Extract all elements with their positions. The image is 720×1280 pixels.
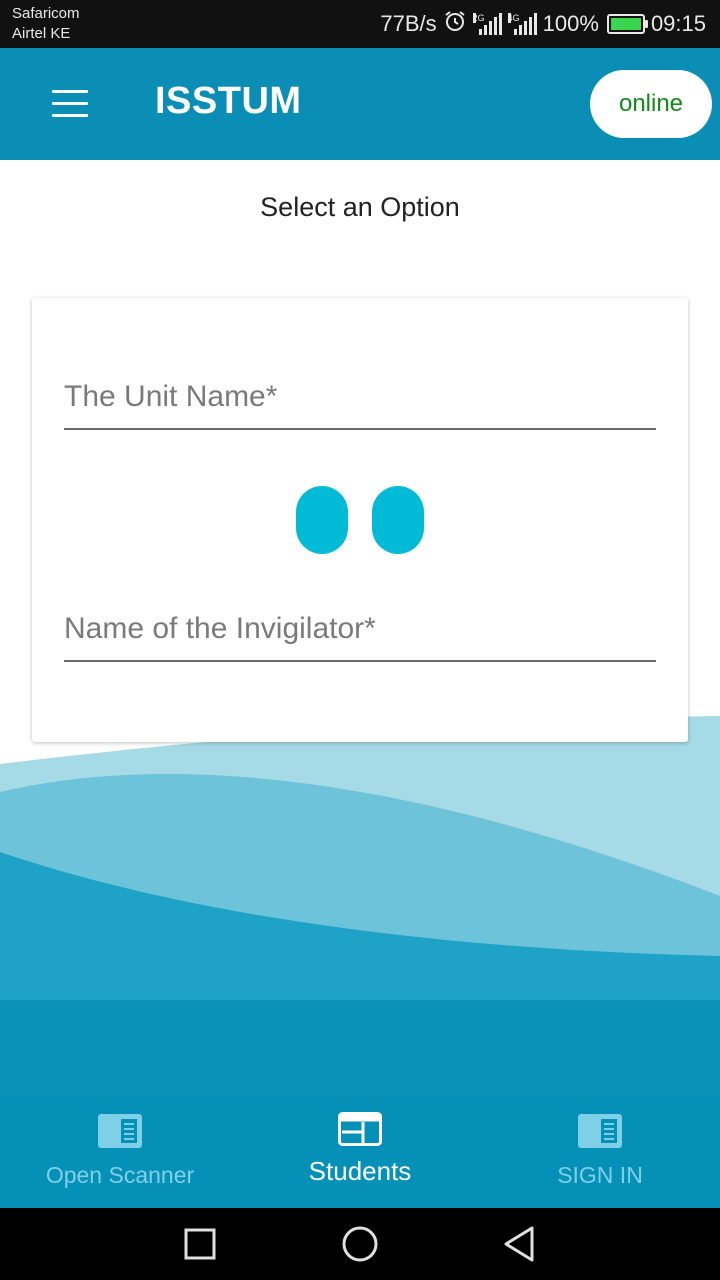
loading-indicator (296, 486, 424, 554)
menu-icon[interactable] (40, 82, 100, 126)
carrier-info: Safaricom Airtel KE (12, 4, 80, 44)
battery-icon (606, 14, 648, 34)
status-indicators: 77B/s 2G 4G 100% 09:15 (380, 8, 706, 40)
back-icon[interactable] (500, 1224, 540, 1264)
network-speed: 77B/s (380, 11, 437, 36)
app-screen: Safaricom Airtel KE 77B/s 2G 4G 100% 09:… (0, 0, 720, 1280)
carrier-1: Safaricom (12, 5, 80, 22)
connection-status-button[interactable]: online (590, 70, 712, 138)
form-card: The Unit Name* Name of the Invigilator* (32, 298, 688, 742)
app-bar: ISSTUM online (0, 48, 720, 160)
nav-item-open-scanner[interactable]: Open Scanner (0, 1096, 240, 1208)
background-waves (0, 716, 720, 1100)
unit-name-input[interactable]: The Unit Name* (64, 368, 656, 430)
signal-icon: 4G (507, 13, 537, 35)
status-bar: Safaricom Airtel KE 77B/s 2G 4G 100% 09:… (0, 0, 720, 48)
nav-label-open-scanner: Open Scanner (45, 1162, 195, 1188)
invigilator-name-input[interactable]: Name of the Invigilator* (64, 600, 656, 662)
signal-1-tag: 2G (472, 13, 485, 23)
students-icon (338, 1112, 382, 1146)
clock: 09:15 (650, 11, 706, 36)
loading-dot (296, 486, 348, 554)
alarm-icon (443, 9, 467, 39)
sign-in-icon (578, 1114, 622, 1148)
home-icon[interactable] (340, 1224, 380, 1264)
loading-dot (372, 486, 424, 554)
nav-label-students: Students (308, 1156, 412, 1186)
signal-2-tag: 4G (507, 13, 520, 23)
app-title: ISSTUM (155, 80, 302, 122)
nav-label-sign-in: SIGN IN (557, 1162, 643, 1188)
recent-apps-icon[interactable] (180, 1224, 220, 1264)
unit-name-placeholder: The Unit Name* (64, 380, 278, 413)
page-heading: Select an Option (260, 192, 460, 222)
signal-icon: 2G (472, 13, 502, 35)
battery-percent: 100% (542, 11, 599, 36)
system-navigation-bar (0, 1208, 720, 1280)
nav-item-students[interactable]: Students (240, 1096, 480, 1208)
carrier-2: Airtel KE (12, 25, 71, 42)
bottom-navigation: Open Scanner Students SIGN IN (0, 1096, 720, 1208)
nav-item-sign-in[interactable]: SIGN IN (480, 1096, 720, 1208)
invigilator-name-placeholder: Name of the Invigilator* (64, 612, 376, 645)
scanner-icon (98, 1114, 142, 1148)
